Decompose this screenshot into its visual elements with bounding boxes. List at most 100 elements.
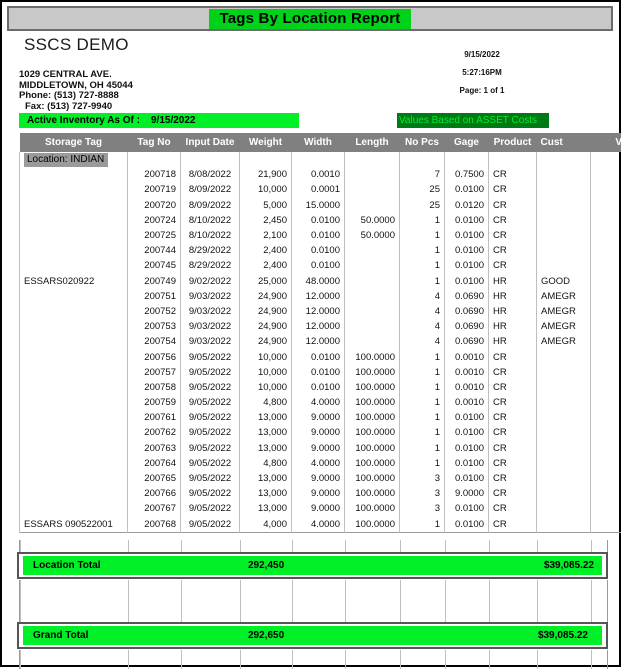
cell-cust: [537, 517, 591, 533]
column-header-no-pcs[interactable]: No Pcs: [400, 133, 445, 152]
table-row[interactable]: 2007258/10/20222,1000.010050.000010.0100…: [20, 228, 621, 243]
cell-gage: 0.0010: [445, 365, 489, 380]
cell-length: [345, 198, 400, 213]
cell-gage: 0.0100: [445, 182, 489, 197]
column-header-product[interactable]: Product: [489, 133, 537, 152]
grid-filler-middle: [19, 580, 608, 624]
cell-tag-no: 200744: [128, 243, 181, 258]
table-row[interactable]: 2007569/05/202210,0000.0100100.000010.00…: [20, 349, 621, 364]
table-row[interactable]: 2007589/05/202210,0000.0100100.000010.00…: [20, 380, 621, 395]
cell-weight: 13,000: [240, 486, 292, 501]
cell-length: 100.0000: [345, 456, 400, 471]
active-inventory-banner: Active Inventory As Of : 9/15/2022: [19, 113, 299, 128]
cell-input-date: 8/10/2022: [181, 213, 240, 228]
cell-weight: 5,000: [240, 198, 292, 213]
cell-storage-tag: [20, 243, 128, 258]
cell-weight: 2,100: [240, 228, 292, 243]
grand-total-weight: 292,650: [248, 630, 284, 641]
table-row[interactable]: 2007458/29/20222,4000.010010.0100CR625.0…: [20, 258, 621, 273]
cell-gage: 9.0000: [445, 486, 489, 501]
table-row[interactable]: ESSARS 0905220012007689/05/20224,0004.00…: [20, 517, 621, 533]
cell-weight: 25,000: [240, 274, 292, 289]
table-row[interactable]: 2007248/10/20222,4500.010050.000010.0100…: [20, 213, 621, 228]
cell-value: 2,153.02: [591, 349, 621, 364]
table-row[interactable]: 2007599/05/20224,8004.0000100.000010.001…: [20, 395, 621, 410]
table-row[interactable]: 2007649/05/20224,8004.0000100.000010.010…: [20, 456, 621, 471]
cell-product: CR: [489, 486, 537, 501]
column-header-cust[interactable]: Cust: [537, 133, 591, 152]
column-header-input-date[interactable]: Input Date: [181, 133, 240, 152]
cell-no-pcs: 4: [400, 319, 445, 334]
filler-row: [21, 650, 621, 669]
address-line-1: 1029 CENTRAL AVE.: [19, 70, 133, 81]
cell-storage-tag: [20, 501, 128, 516]
cell-cust: [537, 471, 591, 486]
cell-storage-tag: [20, 258, 128, 273]
cell-gage: 0.0100: [445, 274, 489, 289]
table-row[interactable]: 2007198/09/202210,0000.0001250.0100CR1,0…: [20, 182, 621, 197]
cell-cust: AMEGR: [537, 289, 591, 304]
table-row[interactable]: 2007188/08/202221,9000.001070.7500CR7,57…: [20, 167, 621, 182]
column-header-tag-no[interactable]: Tag No: [128, 133, 181, 152]
cell-value: 7,574.99: [591, 167, 621, 182]
table-row[interactable]: 2007639/05/202213,0009.0000100.000010.01…: [20, 441, 621, 456]
cell-gage: 0.0010: [445, 349, 489, 364]
cell-value: 1,796.88: [591, 319, 621, 334]
cell-cust: [537, 258, 591, 273]
table-row[interactable]: 2007519/03/202224,90012.000040.0690HRAME…: [20, 289, 621, 304]
table-row[interactable]: ESSARS0209222007499/02/202225,00048.0000…: [20, 274, 621, 289]
cell-storage-tag: [20, 441, 128, 456]
column-header-gage[interactable]: Gage: [445, 133, 489, 152]
table-row[interactable]: 2007629/05/202213,0009.0000100.000010.01…: [20, 425, 621, 440]
cell-input-date: 9/05/2022: [181, 395, 240, 410]
table-row[interactable]: 2007679/05/202213,0009.0000100.000030.01…: [20, 501, 621, 516]
cell-tag-no: 200720: [128, 198, 181, 213]
column-header-length[interactable]: Length: [345, 133, 400, 152]
cell-cust: [537, 349, 591, 364]
cell-no-pcs: 7: [400, 167, 445, 182]
cell-gage: 0.0100: [445, 471, 489, 486]
table-row[interactable]: 2007208/09/20225,00015.0000250.0120CR2,0…: [20, 198, 621, 213]
cell-storage-tag: [20, 334, 128, 349]
cell-product: CR: [489, 410, 537, 425]
values-basis-banner: Values Based on ASSET Costs: [397, 113, 549, 128]
table-row[interactable]: 2007539/03/202224,90012.000040.0690HRAME…: [20, 319, 621, 334]
column-header-storage-tag[interactable]: Storage Tag: [20, 133, 128, 152]
cell-no-pcs: 4: [400, 334, 445, 349]
empty-cell: [345, 152, 400, 167]
cell-length: [345, 334, 400, 349]
cell-storage-tag: [20, 410, 128, 425]
table-row[interactable]: 2007619/05/202213,0009.0000100.000010.01…: [20, 410, 621, 425]
empty-cell: [591, 152, 621, 167]
cell-value: 404.38: [591, 456, 621, 471]
cell-weight: 24,900: [240, 319, 292, 334]
table-row[interactable]: 2007529/03/202224,90012.000040.0690HRAME…: [20, 304, 621, 319]
cell-cust: [537, 425, 591, 440]
cell-cust: GOOD: [537, 274, 591, 289]
cell-cust: [537, 213, 591, 228]
cell-cust: [537, 441, 591, 456]
cell-width: 0.0001: [292, 182, 345, 197]
cell-weight: 4,800: [240, 456, 292, 471]
column-header-weight[interactable]: Weight: [240, 133, 292, 152]
table-row[interactable]: 2007448/29/20222,4000.010010.0100CR625.0…: [20, 243, 621, 258]
cell-input-date: 9/05/2022: [181, 441, 240, 456]
cell-no-pcs: 25: [400, 182, 445, 197]
location-total-weight: 292,450: [248, 560, 284, 571]
cell-input-date: 8/09/2022: [181, 182, 240, 197]
column-header-width[interactable]: Width: [292, 133, 345, 152]
cell-gage: 0.0100: [445, 258, 489, 273]
cell-length: 100.0000: [345, 501, 400, 516]
column-header-value[interactable]: Value: [591, 133, 621, 152]
table-row[interactable]: 2007659/05/202213,0009.0000100.000030.01…: [20, 471, 621, 486]
report-meta: 9/15/2022 5:27:16PM Page: 1 of 1: [382, 50, 582, 104]
company-name: SSCS DEMO: [24, 35, 129, 55]
table-row[interactable]: 2007549/03/202224,90012.000040.0690HRAME…: [20, 334, 621, 349]
cell-weight: 10,000: [240, 182, 292, 197]
cell-value: 398.08: [591, 228, 621, 243]
report-page: Tags By Location Report SSCS DEMO 1029 C…: [0, 0, 621, 667]
table-row[interactable]: 2007579/05/202210,0000.0100100.000010.00…: [20, 365, 621, 380]
table-row[interactable]: 2007669/05/202213,0009.0000100.000039.00…: [20, 486, 621, 501]
cell-gage: 0.0100: [445, 213, 489, 228]
cell-width: 9.0000: [292, 441, 345, 456]
